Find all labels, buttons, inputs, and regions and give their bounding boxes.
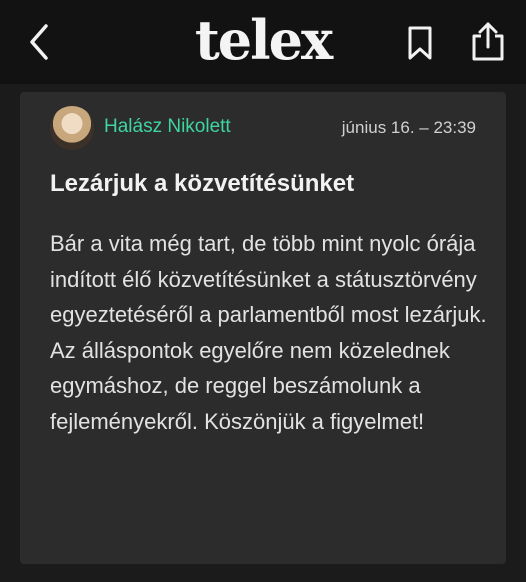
telex-logo[interactable]: telex bbox=[0, 10, 526, 70]
top-app-bar: telex bbox=[0, 0, 526, 84]
bookmark-icon bbox=[408, 26, 432, 60]
share-button[interactable] bbox=[470, 20, 506, 62]
share-icon bbox=[472, 22, 504, 61]
author-name[interactable]: Halász Nikolett bbox=[104, 116, 231, 138]
author-avatar[interactable] bbox=[50, 106, 94, 150]
post-title: Lezárjuk a közvetítésünket bbox=[50, 170, 355, 197]
bookmark-button[interactable] bbox=[404, 24, 436, 62]
post-body: Bár a vita még tart, de több mint nyolc … bbox=[50, 231, 487, 434]
post-timestamp: június 16. – 23:39 bbox=[341, 118, 476, 137]
live-blog-post: Halász Nikolett június 16. – 23:39 Lezár… bbox=[20, 92, 506, 564]
